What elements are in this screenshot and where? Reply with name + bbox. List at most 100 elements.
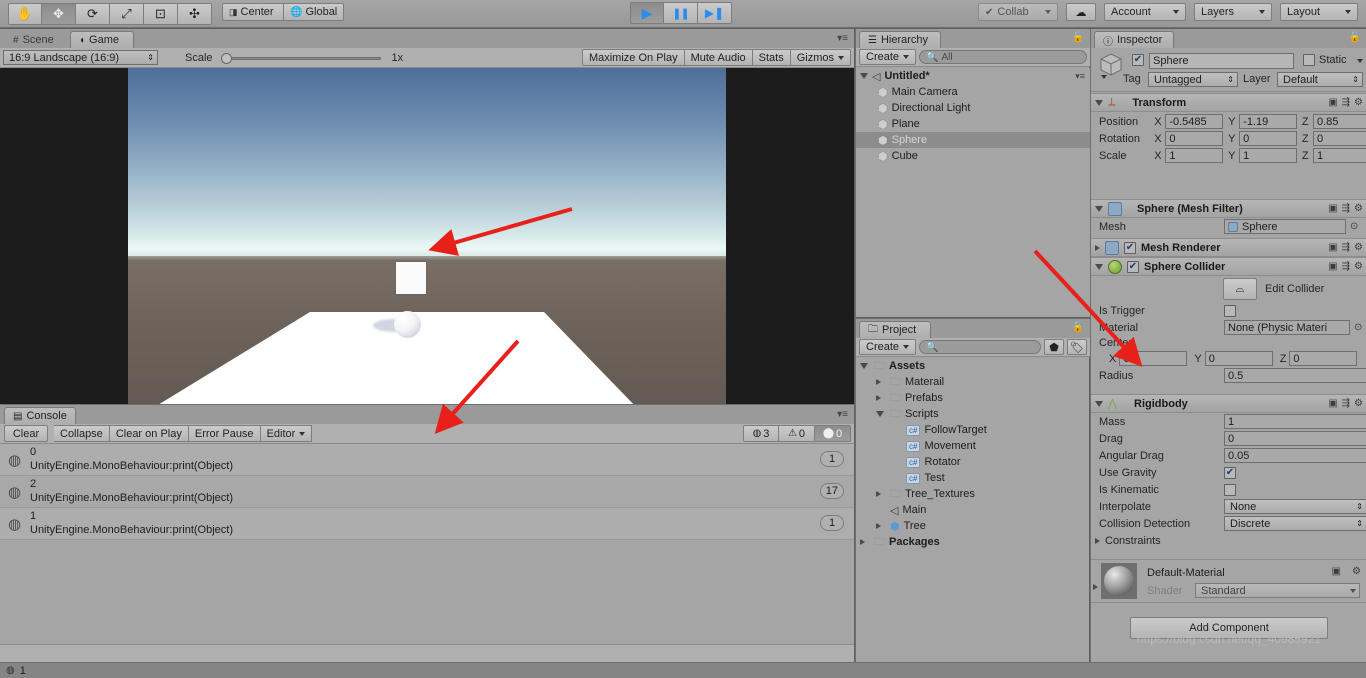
panel-menu-icon[interactable]: ▾≡ — [1075, 71, 1085, 82]
project-tree-item[interactable]: 🗀 Packages — [856, 534, 1090, 550]
info-count-toggle[interactable]: ◍ 3 — [743, 425, 779, 442]
scale-slider[interactable] — [220, 52, 381, 64]
preset-icon[interactable]: ⇶ — [1342, 398, 1350, 409]
transform-z-input[interactable]: 0.85 — [1312, 114, 1366, 129]
chevron-right-icon[interactable] — [876, 395, 881, 401]
collision-detection-dropdown[interactable]: Discrete ⇕ — [1224, 516, 1366, 531]
hierarchy-tree[interactable]: ◁ Untitled* ▾≡ ⬢ Main Camera ⬢ Directional … — [856, 68, 1090, 317]
mesh-object-field[interactable]: Sphere — [1224, 219, 1346, 234]
preset-icon[interactable]: ⇶ — [1342, 242, 1350, 253]
transform-z-input[interactable]: 0 — [1312, 131, 1366, 146]
tab-inspector[interactable]: ⓘ Inspector — [1094, 31, 1174, 48]
object-picker-icon[interactable]: ⊙ — [1354, 322, 1362, 333]
mesh-renderer-header[interactable]: ✔ Mesh Renderer ▣ ⇶ ⚙ — [1091, 238, 1366, 257]
project-tree-item[interactable]: c# Rotator — [856, 454, 1090, 470]
collider-material-field[interactable]: None (Physic Materi — [1224, 320, 1350, 335]
chevron-down-icon[interactable] — [1101, 75, 1107, 79]
stats-toggle[interactable]: Stats — [752, 49, 791, 66]
help-icon[interactable]: ▣ — [1328, 97, 1337, 108]
tab-project[interactable]: 🗀 Project — [859, 321, 931, 338]
preset-icon[interactable]: ⇶ — [1342, 261, 1350, 272]
cloud-button[interactable]: ☁ — [1066, 3, 1096, 21]
editor-dropdown[interactable]: Editor — [260, 425, 313, 442]
is-kinematic-checkbox[interactable] — [1224, 483, 1236, 496]
project-tree-item[interactable]: ⬢ Tree — [856, 518, 1090, 534]
project-tree-item[interactable]: c# Movement — [856, 438, 1090, 454]
transform-y-input[interactable]: 0 — [1239, 131, 1297, 146]
step-button[interactable]: ▶❚ — [698, 2, 732, 24]
account-button[interactable]: Account — [1104, 3, 1186, 21]
chevron-right-icon[interactable] — [1095, 537, 1100, 544]
hierarchy-item[interactable]: ⬢ Directional Light — [856, 100, 1090, 116]
drag-input[interactable]: 0 — [1224, 431, 1366, 446]
transform-x-input[interactable]: -0.5485 — [1165, 114, 1224, 129]
scale-slider-handle[interactable] — [220, 52, 232, 64]
sphere-collider-enabled-checkbox[interactable]: ✔ — [1127, 260, 1139, 273]
lock-icon[interactable]: 🔓 — [1072, 32, 1084, 43]
help-icon[interactable]: ▣ — [1328, 398, 1337, 409]
chevron-right-icon[interactable] — [860, 539, 865, 545]
play-button[interactable]: ▶ — [630, 2, 664, 24]
use-gravity-checkbox[interactable]: ✔ — [1224, 466, 1236, 479]
chevron-right-icon[interactable] — [876, 491, 881, 497]
tab-console[interactable]: ▤ Console — [4, 407, 76, 424]
chevron-right-icon[interactable] — [876, 379, 881, 385]
gear-icon[interactable]: ⚙ — [1354, 398, 1363, 409]
tag-dropdown[interactable]: Untagged ⇕ — [1148, 72, 1238, 87]
transform-z-input[interactable]: 1 — [1312, 148, 1366, 163]
transform-y-input[interactable]: 1 — [1239, 148, 1297, 163]
help-icon[interactable]: ▣ — [1328, 203, 1337, 214]
chevron-down-icon[interactable] — [1095, 400, 1103, 407]
tab-scene[interactable]: # Scene — [4, 31, 66, 48]
edit-collider-button[interactable]: ⌓ — [1223, 278, 1257, 300]
mute-audio-toggle[interactable]: Mute Audio — [684, 49, 753, 66]
static-checkbox[interactable] — [1303, 54, 1315, 66]
mesh-filter-header[interactable]: Sphere (Mesh Filter) ▣ ⇶ ⚙ — [1091, 199, 1366, 218]
hierarchy-item[interactable]: ⬢ Cube — [856, 148, 1090, 164]
shader-dropdown[interactable]: Standard — [1195, 583, 1360, 598]
layers-button[interactable]: Layers — [1194, 3, 1272, 21]
chevron-right-icon[interactable] — [876, 523, 881, 529]
chevron-down-icon[interactable] — [1357, 59, 1363, 63]
console-entry[interactable]: ◍ 0 UnityEngine.MonoBehaviour:print(Object… — [0, 444, 854, 476]
chevron-down-icon[interactable] — [1095, 99, 1103, 106]
transform-x-input[interactable]: 0 — [1165, 131, 1224, 146]
chevron-down-icon[interactable] — [860, 73, 868, 79]
center-y-input[interactable]: 0 — [1204, 351, 1273, 366]
center-z-input[interactable]: 0 — [1289, 351, 1358, 366]
hierarchy-create-button[interactable]: Create — [859, 49, 917, 65]
hierarchy-item[interactable]: ⬢ Sphere — [856, 132, 1090, 148]
project-tree-item[interactable]: 🗀 Scripts — [856, 406, 1090, 422]
collab-button[interactable]: ✔ Collab — [978, 3, 1058, 21]
center-x-input[interactable]: 0 — [1119, 351, 1188, 366]
gizmos-dropdown[interactable]: Gizmos — [790, 49, 851, 66]
clear-button[interactable]: Clear — [4, 425, 48, 442]
error-count-toggle[interactable]: ⬤ 0 — [815, 425, 851, 442]
error-pause-toggle[interactable]: Error Pause — [188, 425, 261, 442]
project-tree-item[interactable]: ◁ Main — [856, 502, 1090, 518]
preset-icon[interactable]: ⇶ — [1342, 97, 1350, 108]
layer-dropdown[interactable]: Default ⇕ — [1277, 72, 1363, 87]
hierarchy-item[interactable]: ⬢ Plane — [856, 116, 1090, 132]
project-tree-item[interactable]: c# FollowTarget — [856, 422, 1090, 438]
transform-y-input[interactable]: -1.19 — [1239, 114, 1297, 129]
filter-by-type-button[interactable]: ⬟ — [1044, 339, 1064, 355]
is-trigger-checkbox[interactable] — [1224, 304, 1236, 317]
project-tree[interactable]: 🗀 Assets 🗀 Materail 🗀 Prefabs 🗀 Scripts c# Follow… — [856, 358, 1090, 663]
status-bar[interactable]: ◍ 1 — [0, 662, 1366, 678]
project-tree-item[interactable]: 🗀 Tree_Textures — [856, 486, 1090, 502]
gear-icon[interactable]: ⚙ — [1352, 566, 1361, 577]
chevron-right-icon[interactable] — [1093, 584, 1098, 590]
panel-menu-icon[interactable]: ▾≡ — [837, 33, 848, 44]
console-entry[interactable]: ◍ 2 UnityEngine.MonoBehaviour:print(Object… — [0, 476, 854, 508]
preset-icon[interactable]: ⇶ — [1342, 203, 1350, 214]
help-icon[interactable]: ▣ — [1328, 242, 1337, 253]
game-render-surface[interactable] — [0, 68, 854, 404]
radius-input[interactable]: 0.5 — [1224, 368, 1366, 383]
console-entry-list[interactable]: ◍ 0 UnityEngine.MonoBehaviour:print(Object… — [0, 444, 854, 644]
gear-icon[interactable]: ⚙ — [1354, 261, 1363, 272]
gameobject-enabled-checkbox[interactable]: ✔ — [1132, 54, 1144, 66]
gear-icon[interactable]: ⚙ — [1354, 242, 1363, 253]
chevron-down-icon[interactable] — [1095, 263, 1103, 270]
lock-icon[interactable]: 🔓 — [1072, 322, 1084, 333]
